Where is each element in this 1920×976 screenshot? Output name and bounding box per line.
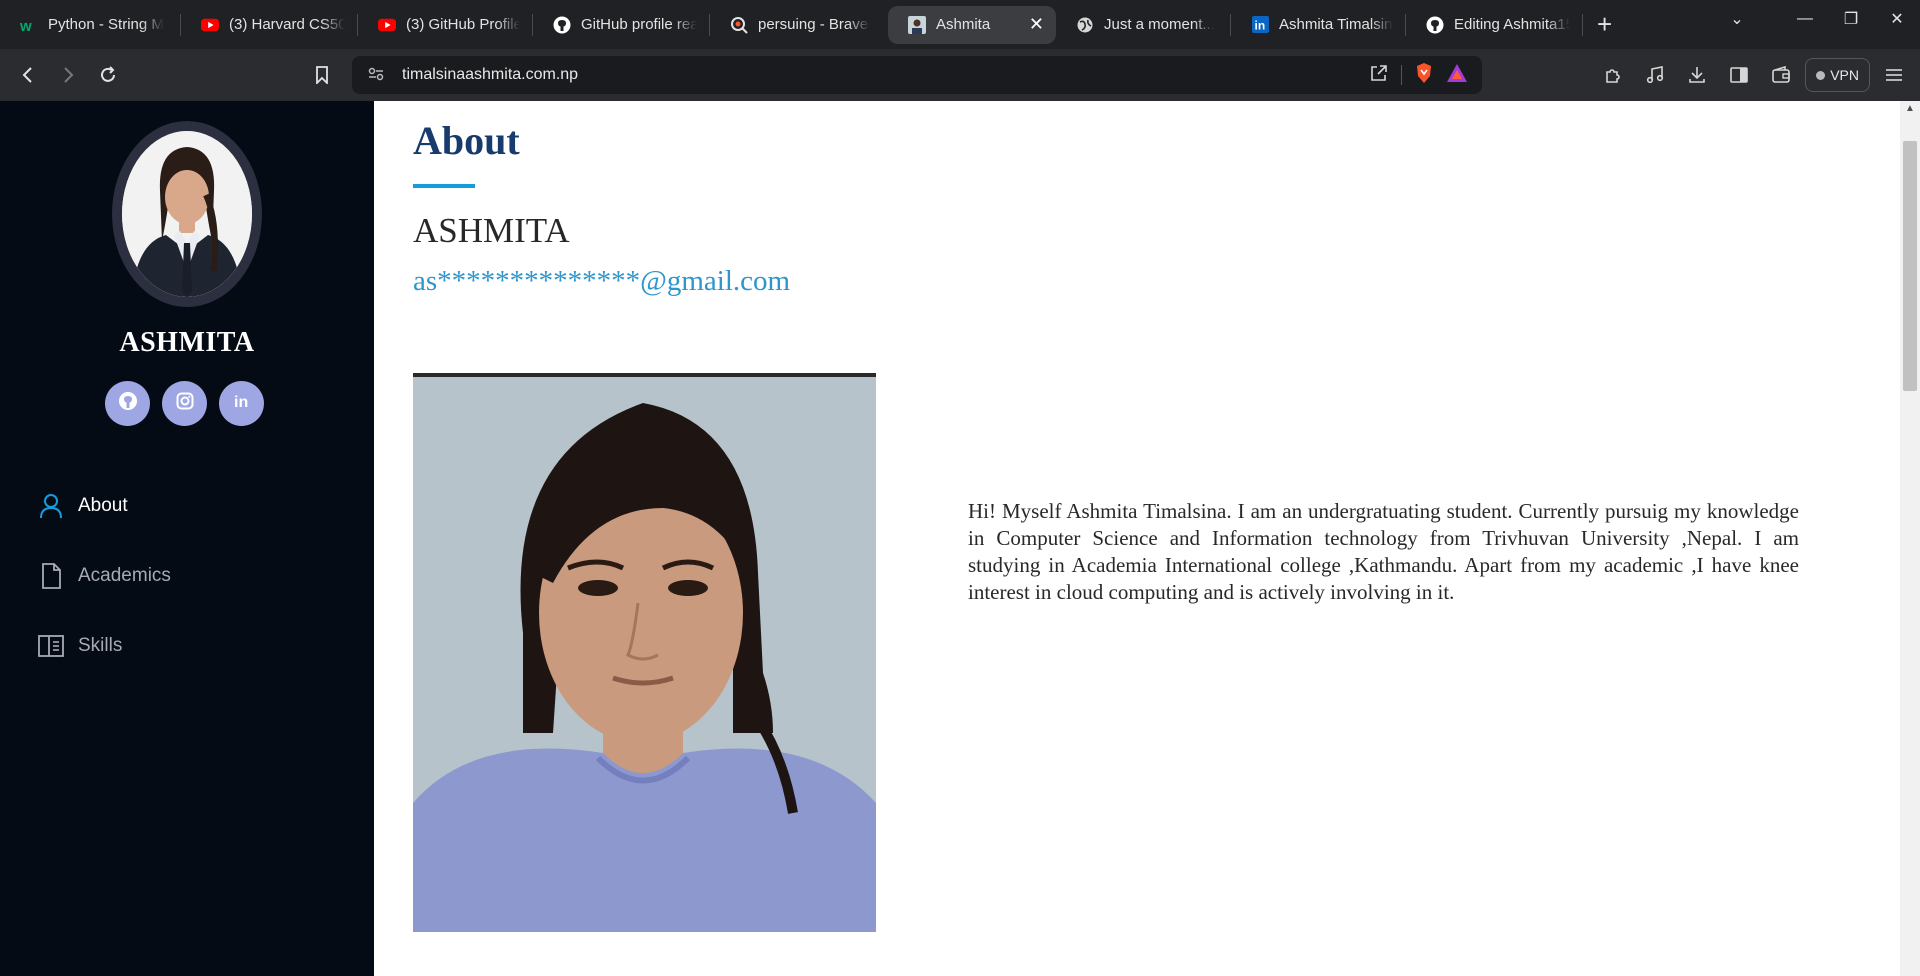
sidebar-name: ASHMITA [119, 327, 255, 358]
browser-tab[interactable]: (3) Harvard CS50's [181, 6, 357, 44]
vpn-status-icon [1816, 70, 1826, 80]
profile-avatar-frame [112, 121, 262, 307]
window-controls: ⌄ — ❐ ✕ [1714, 0, 1920, 38]
sidebar-item-academics[interactable]: Academics [38, 541, 171, 611]
browser-tab-active[interactable]: Ashmita ✕ [888, 5, 1056, 44]
page-scrollbar[interactable]: ▲ [1900, 101, 1920, 976]
sidebar-item-label: About [78, 495, 128, 516]
vpn-button[interactable]: VPN [1805, 58, 1870, 92]
browser-tab[interactable]: (3) GitHub Profile [358, 6, 532, 44]
social-links: in [105, 381, 264, 426]
w3schools-icon: w [20, 16, 38, 34]
about-bio: Hi! Myself Ashmita Timalsina. I am an un… [968, 499, 1799, 604]
svg-text:w: w [20, 18, 32, 33]
browser-tab-strip: w Python - String M (3) Harvard CS50's (… [0, 0, 1920, 49]
youtube-icon [201, 16, 219, 34]
back-button[interactable] [8, 55, 48, 95]
forward-button[interactable] [48, 55, 88, 95]
tab-title: persuing - Brave S [758, 16, 870, 33]
tab-title: Python - String M [48, 16, 164, 33]
toolbar-actions: VPN [1595, 49, 1920, 101]
close-tab-icon[interactable]: ✕ [1029, 14, 1044, 35]
instagram-icon [176, 392, 194, 415]
globe-icon [1076, 16, 1094, 34]
address-bar[interactable]: timalsinaashmita.com.np [352, 56, 1482, 94]
browser-tab[interactable]: GitHub profile rea [533, 6, 709, 44]
tab-title: Ashmita [936, 16, 991, 33]
divider [1401, 65, 1402, 85]
linkedin-icon: in [1251, 16, 1269, 34]
scrollbar-thumb[interactable] [1903, 141, 1917, 391]
book-icon [38, 633, 64, 659]
github-link-button[interactable] [105, 381, 150, 426]
avatar [122, 131, 252, 297]
profile-thumb-icon [908, 15, 926, 34]
menu-icon[interactable] [1876, 57, 1912, 93]
brave-shields-icon[interactable] [1414, 62, 1434, 89]
sidebar-item-label: Skills [78, 635, 123, 656]
svg-text:in: in [1254, 19, 1265, 33]
download-icon[interactable] [1679, 57, 1715, 93]
restore-button[interactable]: ❐ [1828, 9, 1874, 29]
instagram-link-button[interactable] [162, 381, 207, 426]
sidebar-item-label: Academics [78, 565, 171, 586]
person-icon [38, 493, 64, 519]
linkedin-link-button[interactable]: in [219, 381, 264, 426]
profile-photo [413, 373, 876, 932]
sidebar-item-about[interactable]: About [38, 471, 171, 541]
site-sidebar: ASHMITA in About Academics Skills [0, 101, 374, 976]
email-link[interactable]: as**************@gmail.com [413, 265, 790, 298]
about-section: About ASHMITA as**************@gmail.com… [374, 101, 1900, 976]
section-title: About [413, 118, 520, 163]
bookmark-icon[interactable] [302, 55, 342, 95]
sidebar-item-skills[interactable]: Skills [38, 611, 171, 681]
github-icon [118, 391, 138, 416]
sidebar-toggle-icon[interactable] [1721, 57, 1757, 93]
tab-title: (3) Harvard CS50's [229, 16, 345, 33]
address-bar-actions [1369, 56, 1468, 94]
tab-title: Just a moment... [1104, 16, 1215, 33]
youtube-icon [378, 16, 396, 34]
extensions-icon[interactable] [1595, 57, 1631, 93]
scroll-up-arrow-icon[interactable]: ▲ [1900, 103, 1920, 114]
sidebar-nav: About Academics Skills [38, 471, 171, 681]
github-icon [1426, 16, 1444, 34]
browser-tab[interactable]: in Ashmita Timalsina [1231, 6, 1405, 44]
minimize-button[interactable]: — [1782, 10, 1828, 28]
tab-title: GitHub profile rea [581, 16, 697, 33]
reload-button[interactable] [88, 55, 128, 95]
media-icon[interactable] [1637, 57, 1673, 93]
new-tab-button[interactable]: + [1597, 9, 1612, 40]
browser-tab[interactable]: Just a moment... [1056, 6, 1230, 44]
tab-title: (3) GitHub Profile [406, 16, 520, 33]
wallet-icon[interactable] [1763, 57, 1799, 93]
browser-tab[interactable]: Editing Ashmita15 [1406, 6, 1582, 44]
url-text: timalsinaashmita.com.np [402, 66, 579, 83]
brave-search-icon [730, 16, 748, 34]
tab-title: Editing Ashmita15 [1454, 16, 1570, 33]
vpn-label: VPN [1830, 67, 1859, 83]
section-title-underline [413, 184, 475, 188]
person-name: ASHMITA [413, 211, 570, 250]
brave-rewards-icon[interactable] [1446, 63, 1468, 88]
browser-toolbar: timalsinaashmita.com.np VPN [0, 49, 1920, 101]
linkedin-icon: in [233, 392, 251, 415]
browser-tab[interactable]: w Python - String M [0, 6, 180, 44]
github-icon [553, 16, 571, 34]
browser-tab[interactable]: persuing - Brave S [710, 6, 882, 44]
site-settings-icon[interactable] [368, 67, 388, 84]
tab-separator [1582, 13, 1583, 36]
tab-search-chevron-icon[interactable]: ⌄ [1714, 9, 1760, 29]
share-icon[interactable] [1369, 63, 1389, 88]
svg-text:in: in [234, 394, 248, 410]
tab-title: Ashmita Timalsina [1279, 16, 1393, 33]
file-icon [38, 563, 64, 589]
close-window-button[interactable]: ✕ [1874, 9, 1920, 29]
